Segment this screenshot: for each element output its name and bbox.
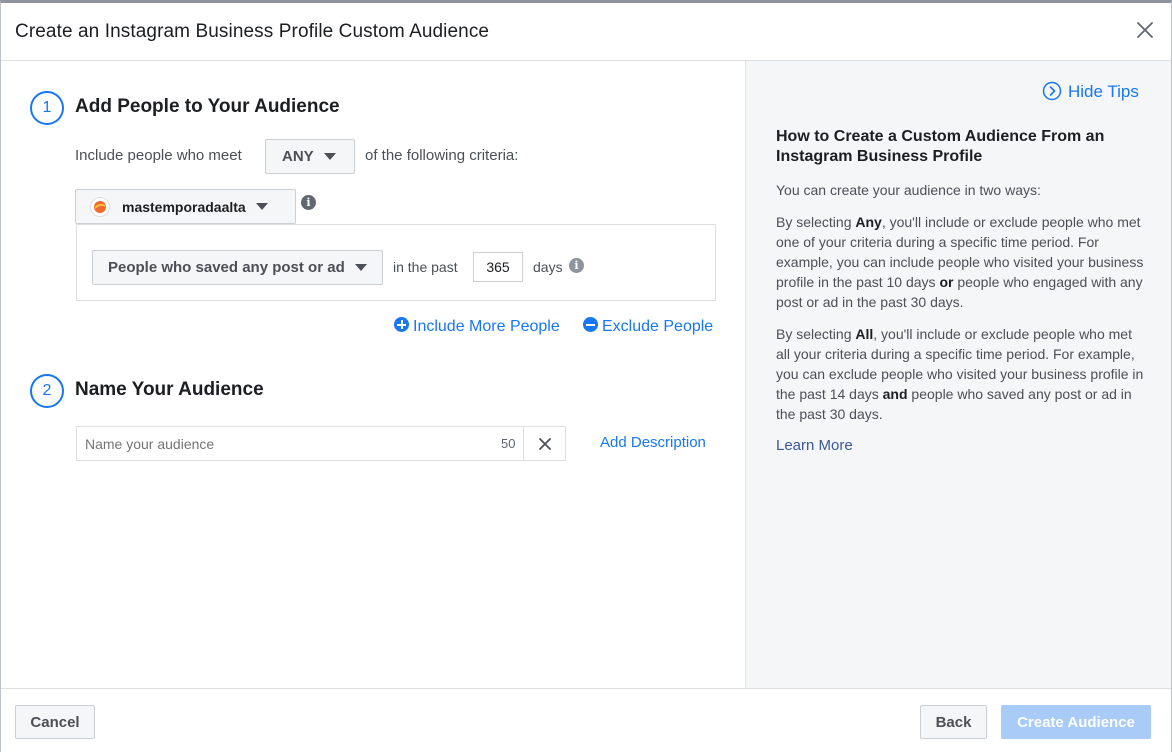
criteria-box: People who saved any post or ad in the p… bbox=[76, 224, 716, 301]
exclude-people-link[interactable]: Exclude People bbox=[583, 317, 713, 336]
days-label: days bbox=[533, 259, 563, 275]
minus-circle-icon bbox=[583, 317, 598, 332]
chevron-right-circle-icon bbox=[1042, 81, 1062, 101]
in-the-past-label: in the past bbox=[393, 259, 458, 275]
plus-circle-icon bbox=[394, 317, 409, 332]
back-button[interactable]: Back bbox=[920, 705, 987, 739]
include-more-people-link[interactable]: Include More People bbox=[394, 317, 560, 336]
cancel-button[interactable]: Cancel bbox=[15, 705, 95, 739]
source-account-label: mastemporadaalta bbox=[122, 198, 246, 215]
step-2-indicator: 2 bbox=[30, 374, 64, 408]
clear-name-button[interactable] bbox=[523, 426, 566, 461]
learn-more-link[interactable]: Learn More bbox=[776, 437, 853, 454]
tips-all-paragraph: By selecting All, you'll include or excl… bbox=[776, 326, 1144, 422]
tips-heading: How to Create a Custom Audience From an … bbox=[776, 128, 1105, 165]
dialog-footer: Cancel Back Create Audience bbox=[1, 688, 1171, 752]
custom-audience-dialog: Create an Instagram Business Profile Cus… bbox=[0, 0, 1172, 752]
clear-icon bbox=[539, 437, 551, 450]
tips-any-paragraph: By selecting Any, you'll include or excl… bbox=[776, 214, 1144, 310]
hide-tips-link[interactable]: Hide Tips bbox=[1042, 81, 1139, 102]
tips-panel: Hide Tips How to Create a Custom Audienc… bbox=[745, 61, 1171, 688]
create-audience-button[interactable]: Create Audience bbox=[1001, 705, 1151, 739]
chevron-down-icon bbox=[323, 153, 336, 160]
match-any-select[interactable]: ANY bbox=[265, 139, 355, 174]
days-info-icon[interactable]: i bbox=[569, 258, 584, 273]
add-description-link[interactable]: Add Description bbox=[600, 434, 706, 451]
include-prefix-text: Include people who meet bbox=[75, 147, 242, 164]
include-suffix-text: of the following criteria: bbox=[365, 147, 519, 164]
match-any-label: ANY bbox=[282, 148, 314, 165]
info-icon[interactable]: i bbox=[301, 195, 316, 210]
step-1-title: Add People to Your Audience bbox=[75, 96, 340, 117]
dialog-header: Create an Instagram Business Profile Cus… bbox=[1, 3, 1171, 61]
char-count: 50 bbox=[501, 436, 516, 451]
audience-name-input[interactable] bbox=[77, 427, 487, 460]
source-account-select[interactable]: mastemporadaalta bbox=[75, 189, 296, 224]
close-icon[interactable] bbox=[1133, 18, 1157, 42]
audience-form-panel: 1 Add People to Your Audience Include pe… bbox=[1, 61, 745, 688]
days-input[interactable] bbox=[473, 252, 523, 282]
step-2-title: Name Your Audience bbox=[75, 379, 264, 400]
chevron-down-icon bbox=[255, 203, 268, 210]
chevron-down-icon bbox=[354, 264, 367, 271]
instagram-account-avatar-icon bbox=[90, 196, 110, 217]
event-type-select[interactable]: People who saved any post or ad bbox=[92, 250, 383, 285]
step-1-indicator: 1 bbox=[30, 91, 64, 125]
tips-intro: You can create your audience in two ways… bbox=[776, 182, 1041, 198]
event-type-label: People who saved any post or ad bbox=[108, 259, 345, 276]
dialog-title: Create an Instagram Business Profile Cus… bbox=[15, 21, 490, 42]
audience-name-field: 50 bbox=[76, 426, 566, 461]
